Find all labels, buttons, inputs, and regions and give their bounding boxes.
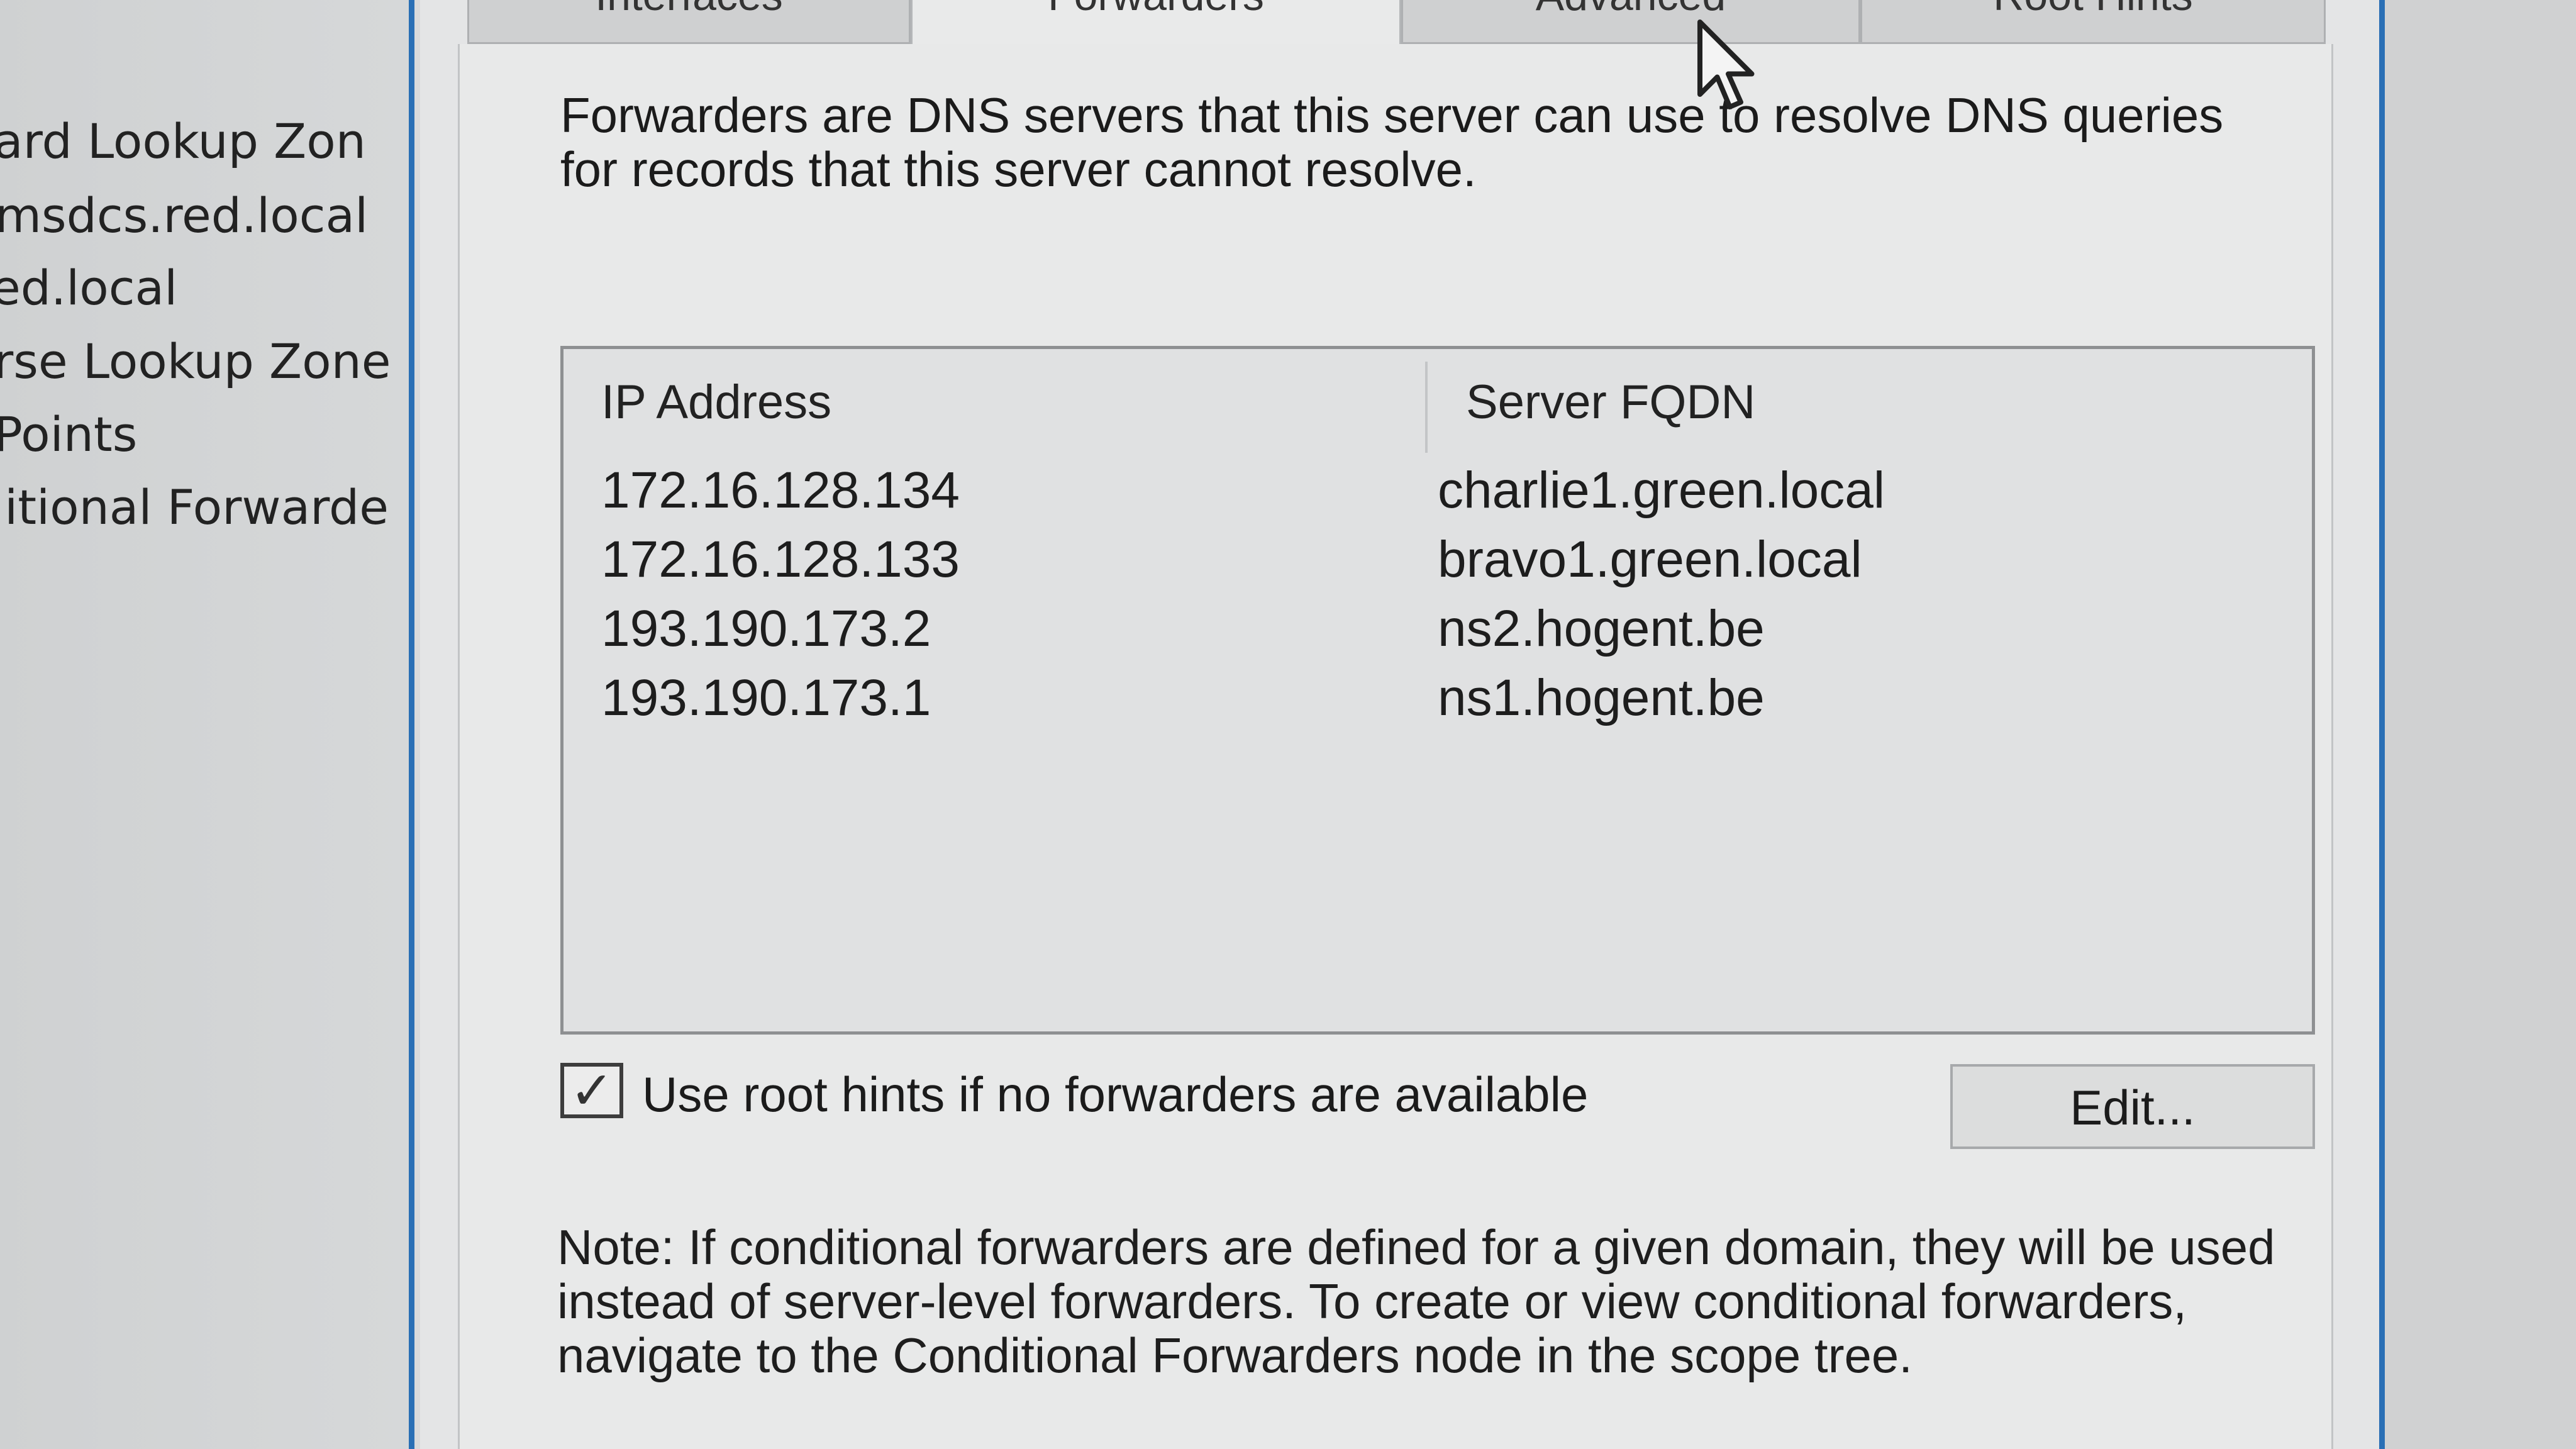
tree-item-forward-lookup-zones[interactable]: ard Lookup Zon [0,107,366,176]
forwarders-tab-page: Forwarders are DNS servers that this ser… [458,44,2333,1449]
server-fqdn-cell: ns2.hogent.be [1438,600,1765,657]
conditional-forwarders-note: Note: If conditional forwarders are defi… [557,1219,2275,1383]
root-hints-checkbox-label[interactable]: Use root hints if no forwarders are avai… [642,1066,1588,1123]
tab-root-hints[interactable]: Root Hints [1860,0,2326,44]
forwarders-list[interactable]: IP Address Server FQDN 172.16.128.134 ch… [560,346,2315,1035]
window-frame-right [2379,0,2385,1449]
ip-address-cell: 172.16.128.133 [601,531,960,588]
server-fqdn-cell: charlie1.green.local [1438,462,1885,519]
tree-item-reverse-lookup-zones[interactable]: rse Lookup Zone [0,327,391,396]
table-row[interactable]: 193.190.173.2 ns2.hogent.be [564,594,2312,663]
column-header-server-fqdn[interactable]: Server FQDN [1428,349,2309,459]
dns-properties-dialog: Interfaces Forwarders Advanced Root Hint… [420,0,2379,1449]
checkmark-icon: ✓ [569,1061,614,1120]
tree-item-msdcs-red-local[interactable]: msdcs.red.local [0,181,368,250]
tab-advanced[interactable]: Advanced [1401,0,1860,44]
root-hints-checkbox[interactable]: ✓ [560,1061,623,1120]
tree-item-trust-points[interactable]: Points [0,400,137,469]
column-header-ip-address[interactable]: IP Address [564,349,1425,459]
column-divider[interactable] [1425,362,1428,453]
tab-forwarders[interactable]: Forwarders [911,0,1401,50]
scope-tree: ard Lookup Zon msdcs.red.local ed.local … [0,0,409,1449]
tree-item-conditional-forwarders[interactable]: litional Forwarde [0,473,389,542]
ip-address-cell: 193.190.173.1 [601,669,931,726]
mouse-pointer-icon [1697,19,1755,109]
window-frame-left [409,0,414,1449]
table-row[interactable]: 172.16.128.134 charlie1.green.local [564,456,2312,525]
server-fqdn-cell: ns1.hogent.be [1438,669,1765,726]
server-fqdn-cell: bravo1.green.local [1438,531,1862,588]
edit-button[interactable]: Edit... [1950,1064,2315,1149]
table-row[interactable]: 172.16.128.133 bravo1.green.local [564,525,2312,594]
tree-item-red-local[interactable]: ed.local [0,253,177,323]
ip-address-cell: 193.190.173.2 [601,600,931,657]
desktop-background [2385,0,2576,1449]
screen: ard Lookup Zon msdcs.red.local ed.local … [0,0,2576,1449]
ip-address-cell: 172.16.128.134 [601,462,960,519]
forwarders-description: Forwarders are DNS servers that this ser… [560,87,2224,197]
tab-interfaces[interactable]: Interfaces [467,0,911,44]
table-row[interactable]: 193.190.173.1 ns1.hogent.be [564,663,2312,733]
